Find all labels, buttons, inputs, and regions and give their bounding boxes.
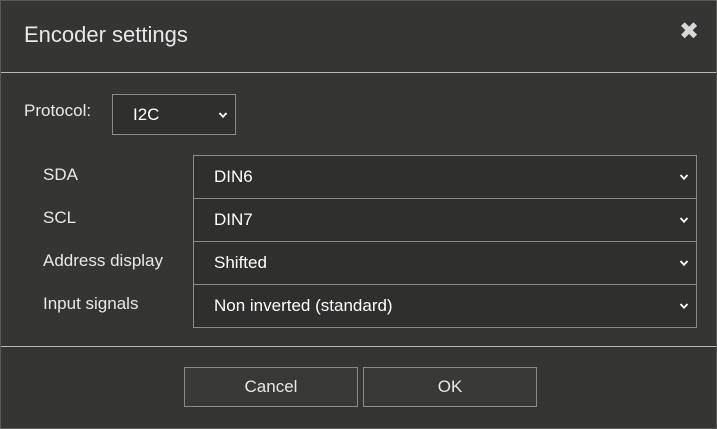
address-display-label: Address display: [43, 251, 164, 270]
chevron-down-icon: [679, 303, 689, 310]
scl-label: SCL: [43, 208, 77, 227]
protocol-label: Protocol:: [24, 101, 92, 120]
close-icon[interactable]: ✖: [677, 20, 701, 44]
sda-select[interactable]: DIN6: [193, 155, 697, 199]
chevron-down-icon: [218, 111, 228, 118]
scl-select[interactable]: DIN7: [193, 198, 697, 242]
chevron-down-icon: [679, 260, 689, 267]
cancel-button[interactable]: Cancel: [184, 367, 358, 407]
sda-label: SDA: [43, 165, 78, 184]
dialog-header: Encoder settings ✖: [1, 1, 716, 73]
input-signals-label: Input signals: [43, 294, 139, 313]
input-signals-select[interactable]: Non inverted (standard): [193, 284, 697, 328]
protocol-select-value: I2C: [133, 104, 160, 124]
protocol-select[interactable]: I2C: [112, 94, 236, 135]
footer-divider: [1, 346, 716, 347]
sda-select-value: DIN6: [214, 167, 253, 186]
scl-select-value: DIN7: [214, 210, 253, 229]
encoder-settings-dialog: Encoder settings ✖ Protocol: I2C SDA DIN…: [0, 0, 717, 429]
dialog-title: Encoder settings: [24, 22, 188, 47]
chevron-down-icon: [679, 217, 689, 224]
address-display-select[interactable]: Shifted: [193, 241, 697, 285]
input-signals-select-value: Non inverted (standard): [214, 296, 393, 315]
chevron-down-icon: [679, 174, 689, 181]
ok-button[interactable]: OK: [363, 367, 537, 407]
address-display-select-value: Shifted: [214, 253, 267, 272]
